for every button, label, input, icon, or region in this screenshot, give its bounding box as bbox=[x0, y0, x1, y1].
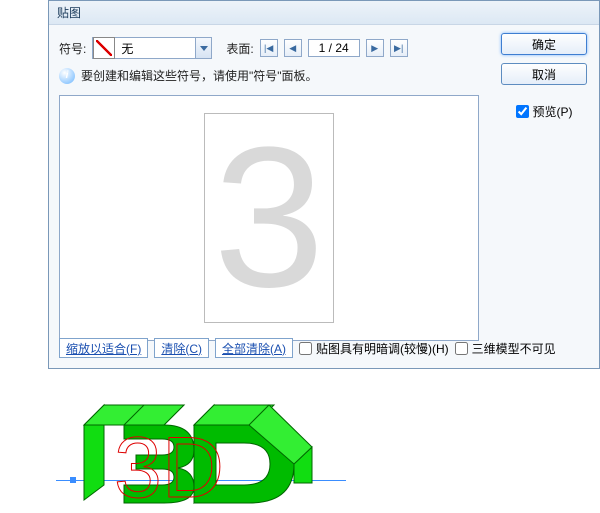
bottom-controls: 缩放以适合(F) 清除(C) 全部清除(A) 贴图具有明暗调(较慢)(H) 三维… bbox=[59, 338, 556, 358]
preview-checkbox-input[interactable] bbox=[516, 105, 529, 118]
ok-button[interactable]: 确定 bbox=[501, 33, 587, 55]
dialog-content: 确定 取消 预览(P) 符号: 无 表面: |◀ ◀ 1 / 24 ▶ ▶| i… bbox=[49, 25, 599, 368]
extruded-3d-text[interactable]: 3D bbox=[76, 385, 336, 505]
symbol-dropdown[interactable]: 无 bbox=[92, 37, 212, 59]
cancel-button[interactable]: 取消 bbox=[501, 63, 587, 85]
chevron-down-icon[interactable] bbox=[195, 38, 211, 58]
hide3d-checkbox[interactable]: 三维模型不可见 bbox=[455, 340, 556, 357]
front-face-outline: 3D bbox=[114, 420, 224, 505]
preview-glyph: 3 bbox=[204, 113, 333, 323]
scale-to-fit-button[interactable]: 缩放以适合(F) bbox=[59, 338, 148, 358]
clear-all-button[interactable]: 全部清除(A) bbox=[215, 338, 293, 358]
first-face-button[interactable]: |◀ bbox=[260, 39, 278, 57]
dialog-title: 贴图 bbox=[57, 4, 81, 21]
clear-button[interactable]: 清除(C) bbox=[154, 338, 209, 358]
symbol-label: 符号: bbox=[59, 40, 86, 57]
preview-checkbox[interactable]: 预览(P) bbox=[516, 103, 573, 120]
face-label: 表面: bbox=[226, 40, 253, 57]
symbol-value: 无 bbox=[115, 40, 195, 57]
face-page[interactable]: 1 / 24 bbox=[308, 39, 360, 57]
dialog-titlebar[interactable]: 贴图 bbox=[49, 1, 599, 25]
shade-checkbox-input[interactable] bbox=[299, 342, 312, 355]
map-art-dialog: 贴图 确定 取消 预览(P) 符号: 无 表面: |◀ ◀ 1 / 24 ▶ ▶… bbox=[48, 0, 600, 369]
canvas-3d-object: 3D bbox=[76, 385, 326, 505]
right-buttons: 确定 取消 预览(P) bbox=[501, 33, 587, 120]
prev-face-button[interactable]: ◀ bbox=[284, 39, 302, 57]
info-text: 要创建和编辑这些符号，请使用"符号"面板。 bbox=[81, 67, 318, 84]
shade-checkbox[interactable]: 贴图具有明暗调(较慢)(H) bbox=[299, 340, 449, 357]
info-icon: i bbox=[59, 68, 75, 84]
last-face-button[interactable]: ▶| bbox=[390, 39, 408, 57]
hide3d-checkbox-input[interactable] bbox=[455, 342, 468, 355]
preview-area: 3 bbox=[59, 95, 479, 341]
none-swatch-icon bbox=[93, 37, 115, 59]
next-face-button[interactable]: ▶ bbox=[366, 39, 384, 57]
